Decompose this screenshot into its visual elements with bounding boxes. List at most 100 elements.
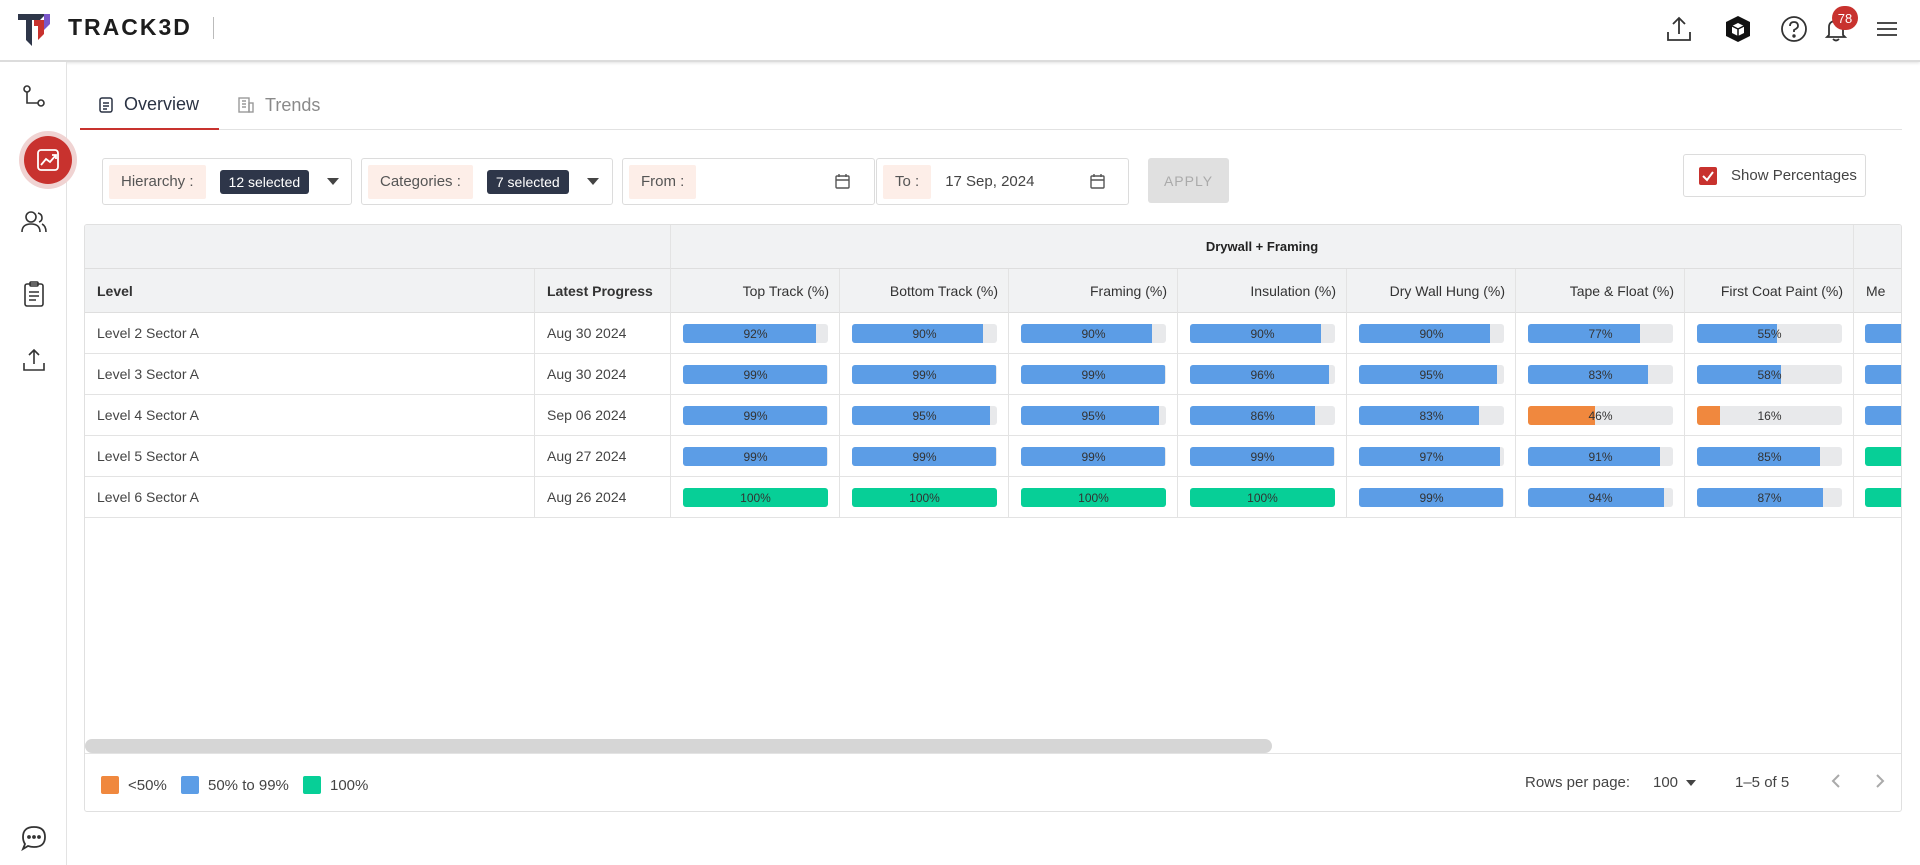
table-row[interactable]: Level 2 Sector A Aug 30 2024 92% 90% 90% 90% 9… [85,313,1901,354]
progress-bar: 94% [1528,488,1673,507]
from-label: From : [629,164,697,199]
progress-cell: 100% [671,477,840,517]
latest-progress-cell: Aug 30 2024 [535,354,671,394]
apply-button[interactable]: APPLY [1148,158,1229,203]
latest-progress-cell: Aug 30 2024 [535,313,671,353]
chevron-down-icon[interactable] [327,178,340,185]
progress-cell: 100% [1178,477,1347,517]
calendar-icon[interactable] [1089,173,1106,190]
progress-cell-partial [1854,354,1901,394]
group-header-drywall-framing: Drywall + Framing [671,225,1854,269]
process-icon[interactable] [16,78,52,114]
latest-progress-cell: Sep 06 2024 [535,395,671,435]
column-header-0[interactable]: Top Track (%) [671,269,840,313]
column-header-7[interactable]: Me [1854,269,1901,313]
progress-value: 95% [1419,367,1444,382]
column-header-latest-progress[interactable]: Latest Progress [535,269,671,313]
calendar-icon[interactable] [834,173,851,190]
progress-bar: 83% [1359,406,1504,425]
progress-bar: 58% [1697,365,1842,384]
show-percentages-checkbox[interactable] [1699,166,1717,185]
progress-cell: 83% [1347,395,1516,435]
progress-bar: 86% [1190,406,1335,425]
hierarchy-filter[interactable]: Hierarchy : 12 selected [102,158,352,205]
clipboard-icon[interactable] [16,276,52,312]
progress-cell: 100% [1009,477,1178,517]
categories-label: Categories : [368,164,473,199]
progress-table: Drywall + Framing Level Latest Progress … [84,224,1902,812]
progress-bar [1865,406,1901,425]
latest-progress-cell: Aug 26 2024 [535,477,671,517]
column-header-5[interactable]: Tape & Float (%) [1516,269,1685,313]
upload-icon[interactable] [1662,12,1696,46]
table-row[interactable]: Level 4 Sector A Sep 06 2024 99% 95% 95% 86% 8… [85,395,1901,436]
show-percentages-toggle[interactable]: Show Percentages [1683,154,1866,197]
column-header-1[interactable]: Bottom Track (%) [840,269,1009,313]
progress-bar: 16% [1697,406,1842,425]
cube-icon[interactable] [1721,12,1755,46]
previous-page-icon[interactable] [1827,770,1845,796]
to-value: 17 Sep, 2024 [945,173,1035,190]
to-label: To : [883,164,932,199]
progress-value: 90% [1419,326,1444,341]
analytics-icon[interactable] [24,136,72,184]
sidebar [0,62,67,865]
progress-value: 90% [1250,326,1275,341]
tab-trends[interactable]: Trends [219,80,339,130]
progress-bar: 90% [852,324,997,343]
progress-value: 55% [1757,326,1782,341]
progress-bar: 83% [1528,365,1673,384]
progress-value: 16% [1757,408,1782,423]
progress-cell: 46% [1516,395,1685,435]
progress-bar: 90% [1359,324,1504,343]
progress-cell: 90% [1178,313,1347,353]
progress-value: 58% [1757,367,1782,382]
progress-value: 100% [740,490,771,505]
show-percentages-label: Show Percentages [1731,167,1857,184]
column-header-6[interactable]: First Coat Paint (%) [1685,269,1854,313]
legend-item-below-50: <50% [101,776,167,794]
progress-bar: 95% [1021,406,1166,425]
progress-cell: 99% [1009,354,1178,394]
progress-bar: 99% [683,447,828,466]
progress-bar: 46% [1528,406,1673,425]
chevron-down-icon[interactable] [586,178,599,185]
next-page-icon[interactable] [1871,770,1889,796]
categories-filter[interactable]: Categories : 7 selected [361,158,613,205]
rows-per-page-select[interactable]: 100 [1653,774,1697,791]
column-header-3[interactable]: Insulation (%) [1178,269,1347,313]
group-header-next [1854,225,1901,269]
progress-bar: 95% [852,406,997,425]
tab-label: Overview [124,93,200,114]
progress-cell: 55% [1685,313,1854,353]
chat-icon[interactable] [16,820,52,856]
from-date-field[interactable]: From : [622,158,875,205]
progress-bar: 55% [1697,324,1842,343]
track3d-logo[interactable] [16,10,52,48]
progress-cell: 77% [1516,313,1685,353]
column-header-level[interactable]: Level [85,269,535,313]
progress-value: 95% [912,408,937,423]
horizontal-scrollbar[interactable] [85,739,1272,753]
table-row[interactable]: Level 5 Sector A Aug 27 2024 99% 99% 99% 99% 9… [85,436,1901,477]
menu-icon[interactable] [1870,12,1904,46]
users-icon[interactable] [16,204,52,240]
upload-icon[interactable] [16,342,52,378]
progress-cell: 99% [840,354,1009,394]
table-row[interactable]: Level 6 Sector A Aug 26 2024 100% 100% 100% 1… [85,477,1901,518]
column-header-2[interactable]: Framing (%) [1009,269,1178,313]
table-row[interactable]: Level 3 Sector A Aug 30 2024 99% 99% 99% 96% 9… [85,354,1901,395]
brand-divider [213,17,214,39]
help-icon[interactable] [1777,12,1811,46]
rows-per-page-value: 100 [1653,774,1679,791]
progress-value: 83% [1588,367,1613,382]
progress-bar [1865,324,1901,343]
progress-value: 96% [1250,367,1275,382]
tab-overview[interactable]: Overview [80,80,219,130]
progress-bar: 85% [1697,447,1842,466]
column-header-4[interactable]: Dry Wall Hung (%) [1347,269,1516,313]
to-date-field[interactable]: To : 17 Sep, 2024 [876,158,1129,205]
categories-chip: 7 selected [486,169,569,194]
table-footer: <50% 50% to 99% 100% Rows per page: 100 … [85,753,1901,811]
rows-per-page-label: Rows per page: [1525,774,1631,791]
